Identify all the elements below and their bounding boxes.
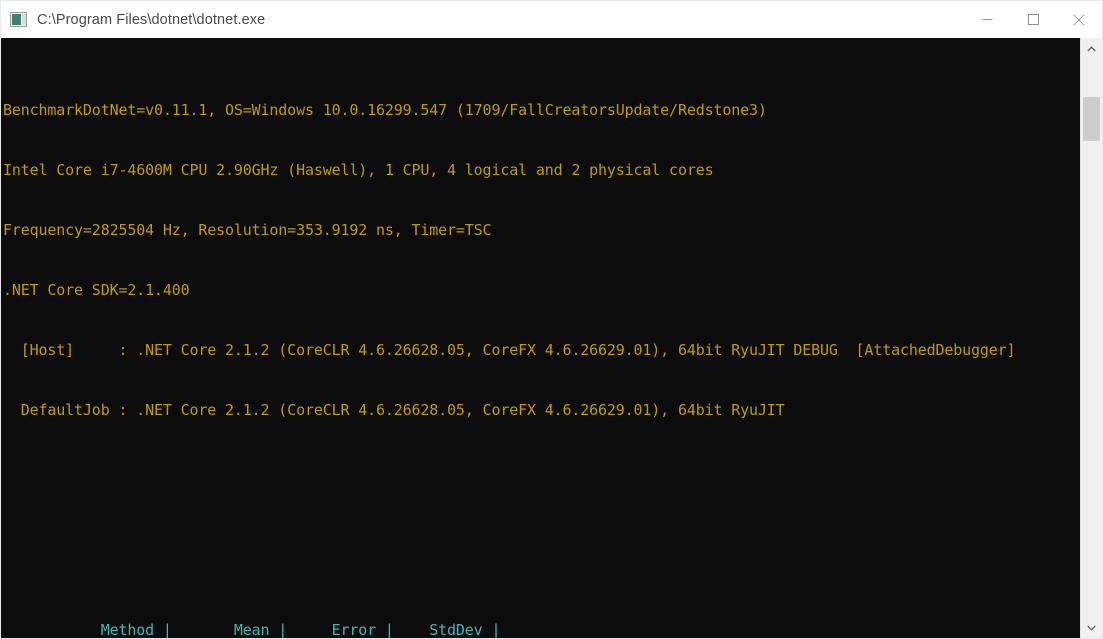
results-table-header: Method | Mean | Error | StdDev | <box>3 621 501 638</box>
chevron-down-icon <box>1087 625 1096 631</box>
env-line-cpu: Intel Core i7-4600M CPU 2.90GHz (Haswell… <box>3 161 714 179</box>
console-output[interactable]: BenchmarkDotNet=v0.11.1, OS=Windows 10.0… <box>1 38 1080 638</box>
env-line-frequency: Frequency=2825504 Hz, Resolution=353.919… <box>3 221 492 239</box>
vertical-scrollbar[interactable] <box>1080 38 1102 638</box>
chevron-up-icon <box>1087 45 1096 51</box>
env-line-benchmarkdotnet: BenchmarkDotNet=v0.11.1, OS=Windows 10.0… <box>3 101 767 119</box>
console-body[interactable]: BenchmarkDotNet=v0.11.1, OS=Windows 10.0… <box>0 38 1103 639</box>
close-button[interactable] <box>1056 1 1102 38</box>
env-line-default-job: DefaultJob : .NET Core 2.1.2 (CoreCLR 4.… <box>3 401 785 419</box>
scrollbar-thumb[interactable] <box>1083 97 1100 141</box>
console-window: C:\Program Files\dotnet\dotnet.exe Bench… <box>0 0 1103 639</box>
title-bar-left: C:\Program Files\dotnet\dotnet.exe <box>1 1 964 38</box>
minimize-button[interactable] <box>964 1 1010 38</box>
window-controls <box>964 1 1102 38</box>
window-title: C:\Program Files\dotnet\dotnet.exe <box>37 11 266 28</box>
env-line-sdk: .NET Core SDK=2.1.400 <box>3 281 190 299</box>
env-line-host-job: [Host] : .NET Core 2.1.2 (CoreCLR 4.6.26… <box>3 341 1016 359</box>
console-window-icon <box>10 12 27 27</box>
maximize-button[interactable] <box>1010 1 1056 38</box>
scrollbar-track[interactable] <box>1081 59 1102 617</box>
scroll-down-button[interactable] <box>1081 617 1102 638</box>
title-bar[interactable]: C:\Program Files\dotnet\dotnet.exe <box>0 0 1103 38</box>
scroll-up-button[interactable] <box>1081 38 1102 59</box>
